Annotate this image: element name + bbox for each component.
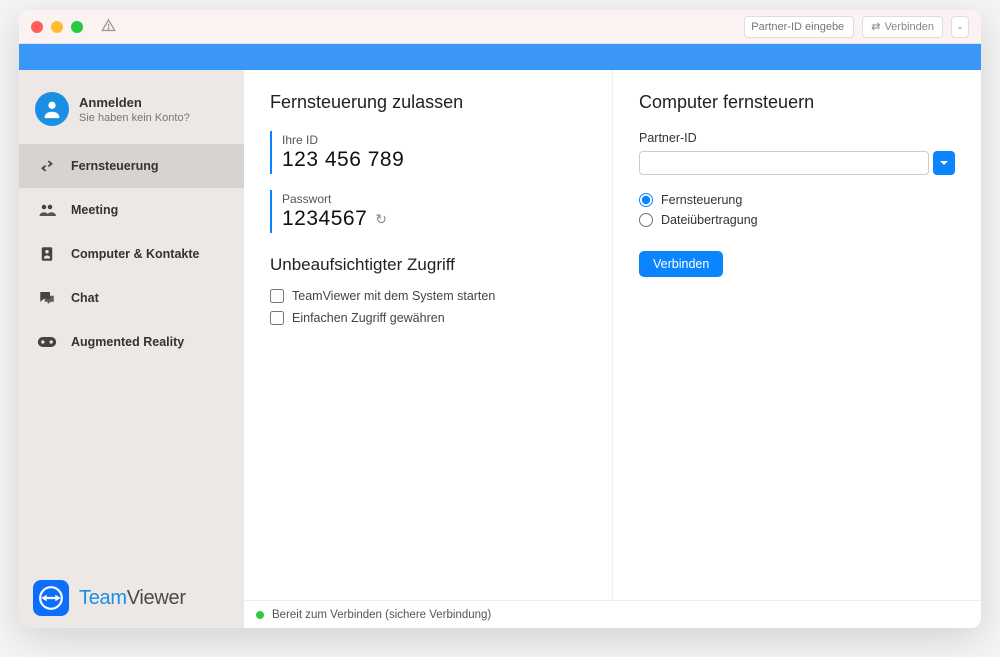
unattended-heading: Unbeaufsichtigter Zugriff: [270, 255, 586, 275]
chat-icon: [37, 288, 57, 308]
vr-headset-icon: [37, 332, 57, 352]
your-id-label: Ihre ID: [282, 133, 586, 147]
control-heading: Computer fernsteuern: [639, 92, 955, 113]
toolbar-strip: [19, 44, 981, 70]
nav-remote-control[interactable]: Fernsteuerung: [19, 144, 244, 188]
check-label: Einfachen Zugriff gewähren: [292, 311, 445, 325]
allow-heading: Fernsteuerung zulassen: [270, 92, 586, 113]
check-label: TeamViewer mit dem System starten: [292, 289, 495, 303]
brand: TeamViewer: [19, 568, 244, 628]
status-indicator-icon: [256, 611, 264, 619]
status-text: Bereit zum Verbinden (sichere Verbindung…: [272, 609, 491, 621]
login-label: Anmelden: [79, 95, 190, 110]
partner-id-input[interactable]: [639, 151, 929, 175]
nav-label: Meeting: [71, 203, 118, 217]
quick-connect-dropdown[interactable]: ⌄: [951, 16, 969, 38]
password-block: Passwort 1234567 ↻: [270, 190, 586, 233]
maximize-window-button[interactable]: [71, 21, 83, 33]
quick-partner-id-input[interactable]: [744, 16, 854, 38]
nav-meeting[interactable]: Meeting: [19, 188, 244, 232]
main: Fernsteuerung zulassen Ihre ID 123 456 7…: [244, 70, 981, 628]
radio-remote-control[interactable]: Fernsteuerung: [639, 193, 955, 207]
account-section[interactable]: Anmelden Sie haben kein Konto?: [19, 70, 244, 144]
avatar-icon: [35, 92, 69, 126]
nav-label: Computer & Kontakte: [71, 247, 199, 261]
radio-remote-control-input[interactable]: [639, 193, 653, 207]
nav-label: Fernsteuerung: [71, 159, 159, 173]
nav-chat[interactable]: Chat: [19, 276, 244, 320]
quick-connect-label: Verbinden: [884, 21, 934, 33]
your-id-block: Ihre ID 123 456 789: [270, 131, 586, 174]
people-icon: [37, 200, 57, 220]
nav-augmented-reality[interactable]: Augmented Reality: [19, 320, 244, 364]
brand-text: TeamViewer: [79, 587, 186, 610]
login-subtitle: Sie haben kein Konto?: [79, 112, 190, 124]
check-easy-access[interactable]: Einfachen Zugriff gewähren: [270, 311, 586, 325]
checkbox-easy-access[interactable]: [270, 311, 284, 325]
radio-label: Fernsteuerung: [661, 193, 742, 207]
minimize-window-button[interactable]: [51, 21, 63, 33]
password-label: Passwort: [282, 192, 586, 206]
swap-icon: ⇄: [871, 20, 880, 33]
close-window-button[interactable]: [31, 21, 43, 33]
panel-control-remote: Computer fernsteuern Partner-ID Fernsteu…: [612, 70, 981, 600]
nav: Fernsteuerung Meeting Computer & Kontakt…: [19, 144, 244, 364]
nav-label: Chat: [71, 291, 99, 305]
radio-file-transfer[interactable]: Dateiübertragung: [639, 213, 955, 227]
password-value[interactable]: 1234567: [282, 207, 367, 231]
body: Anmelden Sie haben kein Konto? Fernsteue…: [19, 70, 981, 628]
sidebar: Anmelden Sie haben kein Konto? Fernsteue…: [19, 70, 244, 628]
traffic-lights: [31, 21, 83, 33]
radio-label: Dateiübertragung: [661, 213, 758, 227]
partner-id-dropdown[interactable]: [933, 151, 955, 175]
status-bar: Bereit zum Verbinden (sichere Verbindung…: [244, 600, 981, 628]
panel-allow-remote: Fernsteuerung zulassen Ihre ID 123 456 7…: [244, 70, 612, 600]
your-id-value[interactable]: 123 456 789: [282, 148, 586, 172]
warning-icon: [101, 18, 116, 36]
refresh-password-icon[interactable]: ↻: [375, 211, 387, 228]
teamviewer-logo-icon: [33, 580, 69, 616]
swap-arrows-icon: [37, 156, 57, 176]
radio-file-transfer-input[interactable]: [639, 213, 653, 227]
check-start-with-system[interactable]: TeamViewer mit dem System starten: [270, 289, 586, 303]
panels: Fernsteuerung zulassen Ihre ID 123 456 7…: [244, 70, 981, 600]
partner-id-label: Partner-ID: [639, 131, 955, 145]
app-window: ⇄ Verbinden ⌄ Anmelden Sie haben kein Ko…: [19, 10, 981, 628]
address-book-icon: [37, 244, 57, 264]
checkbox-start-with-system[interactable]: [270, 289, 284, 303]
connect-button[interactable]: Verbinden: [639, 251, 723, 277]
quick-connect-button[interactable]: ⇄ Verbinden: [862, 16, 943, 38]
titlebar: ⇄ Verbinden ⌄: [19, 10, 981, 44]
nav-label: Augmented Reality: [71, 335, 184, 349]
nav-contacts[interactable]: Computer & Kontakte: [19, 232, 244, 276]
